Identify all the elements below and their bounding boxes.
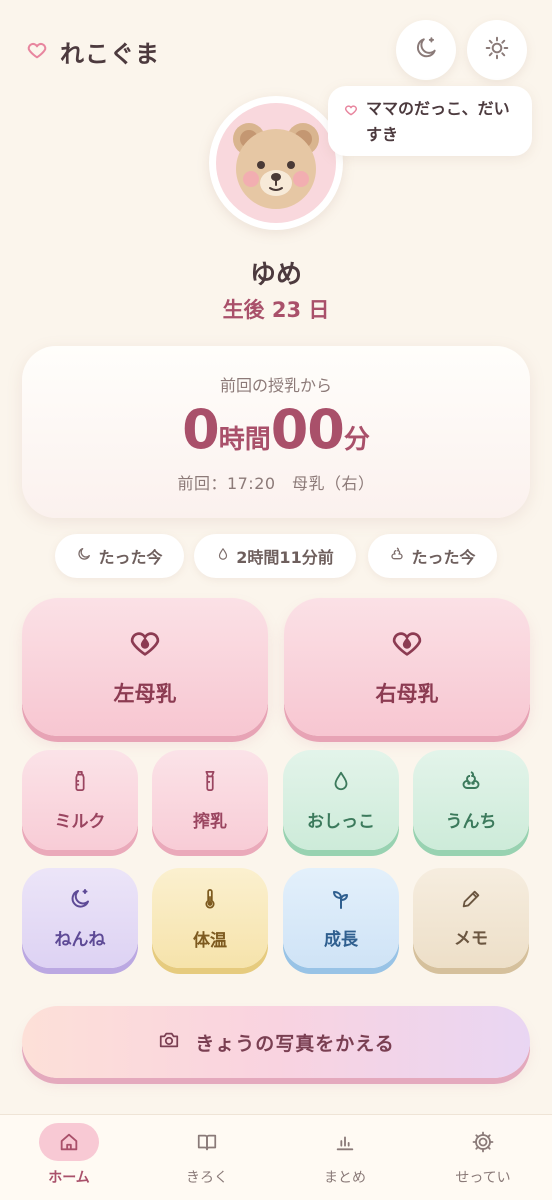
chip-sleep[interactable]: たった今 <box>55 534 184 578</box>
pee-button[interactable]: おしっこ <box>283 750 399 850</box>
pump-label: 搾乳 <box>193 811 227 832</box>
nav-records[interactable]: きろく <box>147 1123 267 1193</box>
heart-icon <box>344 102 358 156</box>
poop-button[interactable]: うんち <box>413 750 529 850</box>
bottom-nav: ホーム きろく まとめ せってい <box>0 1114 552 1200</box>
feeding-timer-card: 前回の授乳から 0時間00分 前回：17:20 母乳（右） <box>22 346 530 518</box>
app-header: れこぐま <box>26 34 160 69</box>
sun-icon <box>484 35 510 65</box>
sleep-button[interactable]: ねんね <box>22 868 138 968</box>
poop-icon <box>459 769 483 797</box>
thermometer-icon <box>199 886 221 916</box>
baby-avatar[interactable] <box>209 96 343 230</box>
heart-drop-icon <box>128 626 162 664</box>
timer-hours-unit: 時間 <box>218 425 271 455</box>
last-feeding: 前回：17:20 母乳（右） <box>177 474 375 493</box>
memo-button[interactable]: メモ <box>413 868 529 968</box>
memo-label: メモ <box>454 928 488 949</box>
chip-pee[interactable]: 2時間11分前 <box>194 534 356 578</box>
change-photo-label: きょうの写真をかえる <box>195 1032 395 1055</box>
bubble-text: ママのだっこ、だいすき <box>366 99 510 144</box>
timer-minutes-unit: 分 <box>343 425 370 455</box>
nav-settings[interactable]: せってい <box>423 1123 543 1193</box>
nav-label: まとめ <box>324 1170 366 1186</box>
nav-label: きろく <box>186 1170 228 1186</box>
timer-value: 0時間00分 <box>22 398 530 461</box>
baby-name: ゆめ <box>249 260 302 290</box>
left-breast-label: 左母乳 <box>113 682 177 706</box>
pump-icon <box>199 769 221 797</box>
sleep-label: ねんね <box>54 929 106 950</box>
change-photo-button[interactable]: きょうの写真をかえる <box>22 1006 530 1078</box>
chip-label: 2時間11分前 <box>236 548 334 567</box>
milk-label: ミルク <box>54 811 106 832</box>
heart-icon <box>26 39 48 65</box>
pump-button[interactable]: 搾乳 <box>152 750 268 850</box>
chip-label: たった今 <box>411 548 476 567</box>
temperature-button[interactable]: 体温 <box>152 868 268 968</box>
app-title: れこぐま <box>60 40 160 68</box>
nav-home[interactable]: ホーム <box>9 1123 129 1193</box>
sprout-icon <box>329 887 353 915</box>
speech-bubble: ママのだっこ、だいすき <box>328 86 532 156</box>
moon-star-icon <box>413 35 439 65</box>
gear-icon <box>453 1123 513 1161</box>
bear-illustration <box>216 103 336 223</box>
chip-label: たった今 <box>98 548 163 567</box>
left-breast-button[interactable]: 左母乳 <box>22 598 268 736</box>
moon-icon <box>76 546 92 566</box>
right-breast-button[interactable]: 右母乳 <box>284 598 530 736</box>
home-icon <box>39 1123 99 1161</box>
nav-label: せってい <box>455 1170 511 1186</box>
drop-icon <box>216 546 230 566</box>
nav-summary[interactable]: まとめ <box>285 1123 405 1193</box>
camera-icon <box>157 1029 181 1055</box>
moon-star-icon <box>68 887 92 915</box>
temperature-label: 体温 <box>193 930 227 951</box>
pee-label: おしっこ <box>307 811 375 832</box>
growth-label: 成長 <box>324 929 358 950</box>
chip-poop[interactable]: たった今 <box>368 534 497 578</box>
poop-label: うんち <box>445 811 497 832</box>
nav-label: ホーム <box>48 1170 90 1186</box>
right-breast-label: 右母乳 <box>375 682 439 706</box>
timer-minutes: 00 <box>270 398 345 461</box>
poop-icon <box>389 546 405 566</box>
pencil-icon <box>460 888 482 914</box>
baby-age: 生後 23 日 <box>222 298 330 322</box>
bottle-icon <box>69 769 91 797</box>
book-icon <box>177 1123 237 1161</box>
growth-button[interactable]: 成長 <box>283 868 399 968</box>
drop-icon <box>330 769 352 797</box>
heart-drop-icon <box>390 626 424 664</box>
settings-button[interactable] <box>467 20 527 80</box>
timer-hours: 0 <box>182 398 220 461</box>
chart-icon <box>315 1123 375 1161</box>
timer-label: 前回の授乳から <box>219 376 332 395</box>
milk-button[interactable]: ミルク <box>22 750 138 850</box>
dark-mode-button[interactable] <box>396 20 456 80</box>
